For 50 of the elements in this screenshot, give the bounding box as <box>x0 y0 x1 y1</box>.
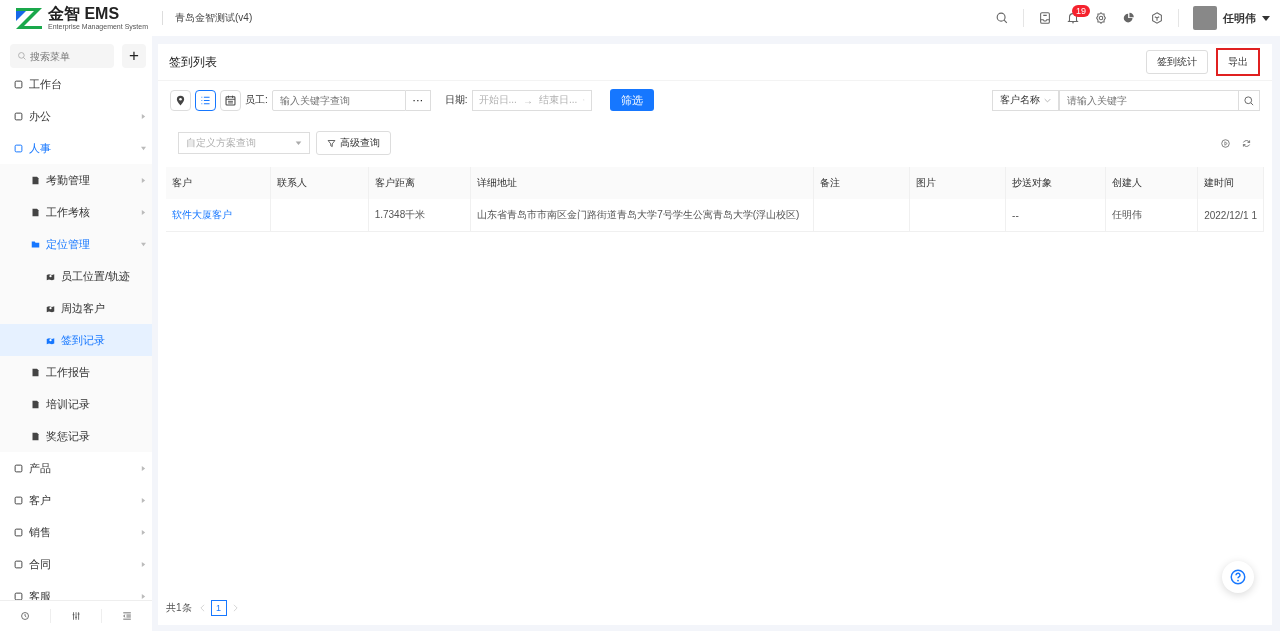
advanced-query-button[interactable]: 高级查询 <box>316 131 391 155</box>
filter-button[interactable]: 筛选 <box>609 89 654 111</box>
column-header: 创建人 <box>1105 167 1198 199</box>
column-header: 客户距离 <box>368 167 471 199</box>
sidebar-item[interactable]: 合同 <box>0 548 152 580</box>
sidebar-item[interactable]: 员工位置/轨迹 <box>0 260 152 292</box>
sidebar-item[interactable]: 签到记录 <box>0 324 152 356</box>
action-button[interactable]: 导出 <box>1216 48 1260 76</box>
table-cell: 山东省青岛市市南区金门路街道青岛大学7号学生公寓青岛大学(浮山校区) <box>470 199 814 232</box>
total-count: 共1条 <box>166 601 192 615</box>
sidebar-item[interactable]: 人事 <box>0 132 152 164</box>
customer-link[interactable]: 软件大厦客户 <box>166 199 270 232</box>
more-button[interactable]: ··· <box>405 89 431 111</box>
user-name[interactable]: 任明伟 <box>1223 10 1256 26</box>
notification-badge: 19 <box>1072 5 1090 17</box>
search-field-select[interactable]: 客户名称 <box>992 89 1059 111</box>
column-header: 客户 <box>166 167 270 199</box>
action-button[interactable]: 签到统计 <box>1146 50 1208 74</box>
sidebar-item[interactable]: 销售 <box>0 516 152 548</box>
table-cell: 1.7348千米 <box>368 199 471 232</box>
date-label: 日期: <box>444 93 468 107</box>
sidebar-item[interactable]: 产品 <box>0 452 152 484</box>
keyword-search-field[interactable]: 请输入关键字 <box>1059 89 1239 111</box>
employee-search-field[interactable]: 输入关键字查询 <box>271 89 406 111</box>
column-header: 详细地址 <box>470 167 814 199</box>
sidebar-item[interactable]: 培训记录 <box>0 388 152 420</box>
sidebar-item[interactable]: 考勤管理 <box>0 164 152 196</box>
column-header: 联系人 <box>270 167 369 199</box>
page-number-button[interactable]: 1 <box>210 600 227 616</box>
table-cell: -- <box>1005 199 1106 232</box>
column-header: 抄送对象 <box>1005 167 1106 199</box>
table-cell: 任明伟 <box>1105 199 1198 232</box>
sidebar-item[interactable]: 定位管理 <box>0 228 152 260</box>
column-header: 建时间 <box>1197 167 1264 199</box>
sidebar-item[interactable]: 周边客户 <box>0 292 152 324</box>
sidebar-item[interactable]: 办公 <box>0 100 152 132</box>
menu-search-field[interactable]: 搜索菜单 <box>10 44 114 68</box>
logo-title: 金智 EMS <box>48 6 121 22</box>
sidebar-item[interactable]: 工作考核 <box>0 196 152 228</box>
add-button[interactable]: + <box>122 44 146 68</box>
sidebar-item[interactable]: 工作台 <box>0 68 152 100</box>
sidebar-item[interactable]: 奖惩记录 <box>0 420 152 452</box>
table-cell: 2022/12/1 1 <box>1197 199 1264 232</box>
sidebar-item[interactable]: 客户 <box>0 484 152 516</box>
column-header: 备注 <box>813 167 910 199</box>
employee-label: 员工: <box>245 93 268 107</box>
company-name: 青岛金智测试(v4) <box>162 11 253 25</box>
column-header: 图片 <box>909 167 1006 199</box>
sidebar-item[interactable]: 工作报告 <box>0 356 152 388</box>
page-title: 签到列表 <box>169 53 217 71</box>
